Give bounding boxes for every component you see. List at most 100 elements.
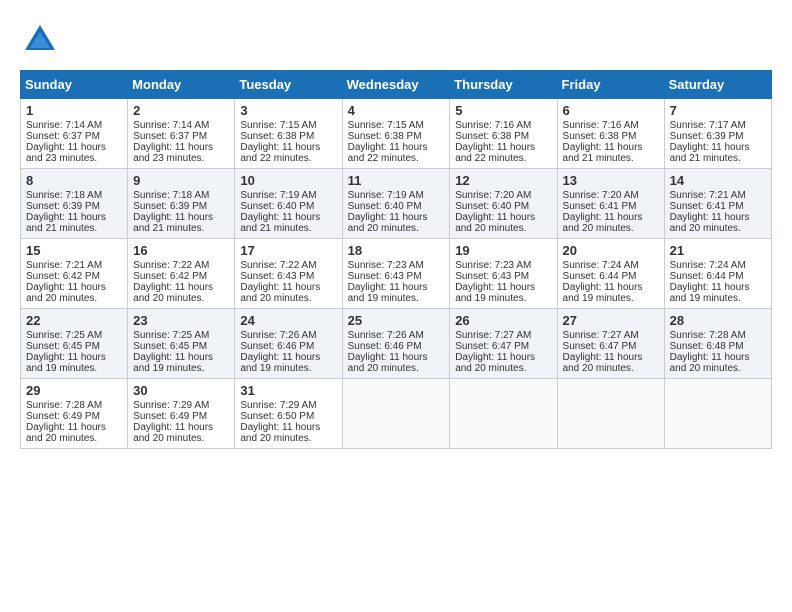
day-number: 6 bbox=[563, 103, 659, 118]
sunset-text: Sunset: 6:38 PM bbox=[348, 131, 422, 142]
sunrise-text: Sunrise: 7:19 AM bbox=[240, 190, 316, 201]
day-number: 24 bbox=[240, 313, 336, 328]
sunrise-text: Sunrise: 7:20 AM bbox=[563, 190, 639, 201]
sunrise-text: Sunrise: 7:26 AM bbox=[348, 330, 424, 341]
daylight-label: Daylight: 11 hours and 20 minutes. bbox=[670, 352, 750, 374]
sunrise-text: Sunrise: 7:20 AM bbox=[455, 190, 531, 201]
table-row: 19Sunrise: 7:23 AMSunset: 6:43 PMDayligh… bbox=[450, 239, 557, 309]
sunset-text: Sunset: 6:47 PM bbox=[455, 341, 529, 352]
table-row: 25Sunrise: 7:26 AMSunset: 6:46 PMDayligh… bbox=[342, 309, 450, 379]
sunset-text: Sunset: 6:40 PM bbox=[348, 201, 422, 212]
table-row: 18Sunrise: 7:23 AMSunset: 6:43 PMDayligh… bbox=[342, 239, 450, 309]
sunset-text: Sunset: 6:44 PM bbox=[670, 271, 744, 282]
table-row: 14Sunrise: 7:21 AMSunset: 6:41 PMDayligh… bbox=[664, 169, 771, 239]
day-number: 13 bbox=[563, 173, 659, 188]
col-sunday: Sunday bbox=[21, 71, 128, 99]
day-number: 18 bbox=[348, 243, 445, 258]
logo bbox=[20, 20, 64, 60]
table-row: 4Sunrise: 7:15 AMSunset: 6:38 PMDaylight… bbox=[342, 99, 450, 169]
table-row: 24Sunrise: 7:26 AMSunset: 6:46 PMDayligh… bbox=[235, 309, 342, 379]
table-row: 17Sunrise: 7:22 AMSunset: 6:43 PMDayligh… bbox=[235, 239, 342, 309]
day-number: 31 bbox=[240, 383, 336, 398]
daylight-label: Daylight: 11 hours and 19 minutes. bbox=[26, 352, 106, 374]
calendar-header-row: Sunday Monday Tuesday Wednesday Thursday… bbox=[21, 71, 772, 99]
calendar-row: 29Sunrise: 7:28 AMSunset: 6:49 PMDayligh… bbox=[21, 379, 772, 449]
sunrise-text: Sunrise: 7:18 AM bbox=[133, 190, 209, 201]
day-number: 17 bbox=[240, 243, 336, 258]
daylight-label: Daylight: 11 hours and 20 minutes. bbox=[455, 352, 535, 374]
day-number: 14 bbox=[670, 173, 766, 188]
table-row: 30Sunrise: 7:29 AMSunset: 6:49 PMDayligh… bbox=[128, 379, 235, 449]
table-row: 26Sunrise: 7:27 AMSunset: 6:47 PMDayligh… bbox=[450, 309, 557, 379]
table-row: 22Sunrise: 7:25 AMSunset: 6:45 PMDayligh… bbox=[21, 309, 128, 379]
sunrise-text: Sunrise: 7:15 AM bbox=[240, 120, 316, 131]
daylight-label: Daylight: 11 hours and 20 minutes. bbox=[240, 422, 320, 444]
day-number: 3 bbox=[240, 103, 336, 118]
sunrise-text: Sunrise: 7:28 AM bbox=[26, 400, 102, 411]
table-row: 31 Sunrise: 7:29 AMSunset: 6:50 PMDayligh… bbox=[235, 379, 342, 449]
sunrise-text: Sunrise: 7:29 AM bbox=[133, 400, 209, 411]
daylight-label: Daylight: 11 hours and 20 minutes. bbox=[26, 422, 106, 444]
sunset-text: Sunset: 6:45 PM bbox=[26, 341, 100, 352]
daylight-label: Daylight: 11 hours and 20 minutes. bbox=[455, 212, 535, 234]
daylight-label: Daylight: 11 hours and 20 minutes. bbox=[670, 212, 750, 234]
sunrise-text: Sunrise: 7:23 AM bbox=[348, 260, 424, 271]
sunrise-text: Sunrise: 7:14 AM bbox=[26, 120, 102, 131]
sunset-text: Sunset: 6:49 PM bbox=[133, 411, 207, 422]
sunset-text: Sunset: 6:48 PM bbox=[670, 341, 744, 352]
sunrise-text: Sunrise: 7:22 AM bbox=[133, 260, 209, 271]
table-row: 16Sunrise: 7:22 AMSunset: 6:42 PMDayligh… bbox=[128, 239, 235, 309]
table-row: 29Sunrise: 7:28 AMSunset: 6:49 PMDayligh… bbox=[21, 379, 128, 449]
table-row: 3Sunrise: 7:15 AMSunset: 6:38 PMDaylight… bbox=[235, 99, 342, 169]
daylight-label: Daylight: 11 hours and 21 minutes. bbox=[26, 212, 106, 234]
daylight-label: Daylight: 11 hours and 20 minutes. bbox=[563, 352, 643, 374]
table-row bbox=[450, 379, 557, 449]
day-number: 7 bbox=[670, 103, 766, 118]
day-number: 5 bbox=[455, 103, 551, 118]
sunset-text: Sunset: 6:42 PM bbox=[133, 271, 207, 282]
sunrise-text: Sunrise: 7:16 AM bbox=[455, 120, 531, 131]
daylight-label: Daylight: 11 hours and 22 minutes. bbox=[455, 142, 535, 164]
sunrise-text: Sunrise: 7:17 AM bbox=[670, 120, 746, 131]
day-number: 10 bbox=[240, 173, 336, 188]
sunset-text: Sunset: 6:39 PM bbox=[26, 201, 100, 212]
table-row: 15Sunrise: 7:21 AMSunset: 6:42 PMDayligh… bbox=[21, 239, 128, 309]
table-row bbox=[557, 379, 664, 449]
table-row: 13Sunrise: 7:20 AMSunset: 6:41 PMDayligh… bbox=[557, 169, 664, 239]
day-number: 4 bbox=[348, 103, 445, 118]
day-number: 1 bbox=[26, 103, 122, 118]
sunrise-text: Sunrise: 7:16 AM bbox=[563, 120, 639, 131]
sunrise-text: Sunrise: 7:29 AM bbox=[240, 400, 316, 411]
col-thursday: Thursday bbox=[450, 71, 557, 99]
sunset-text: Sunset: 6:40 PM bbox=[455, 201, 529, 212]
daylight-label: Daylight: 11 hours and 19 minutes. bbox=[348, 282, 428, 304]
daylight-label: Daylight: 11 hours and 19 minutes. bbox=[670, 282, 750, 304]
table-row bbox=[664, 379, 771, 449]
table-row: 11Sunrise: 7:19 AMSunset: 6:40 PMDayligh… bbox=[342, 169, 450, 239]
sunrise-text: Sunrise: 7:27 AM bbox=[563, 330, 639, 341]
calendar-row: 22Sunrise: 7:25 AMSunset: 6:45 PMDayligh… bbox=[21, 309, 772, 379]
sunset-text: Sunset: 6:47 PM bbox=[563, 341, 637, 352]
table-row: 27Sunrise: 7:27 AMSunset: 6:47 PMDayligh… bbox=[557, 309, 664, 379]
table-row: 9Sunrise: 7:18 AMSunset: 6:39 PMDaylight… bbox=[128, 169, 235, 239]
calendar-row: 8Sunrise: 7:18 AMSunset: 6:39 PMDaylight… bbox=[21, 169, 772, 239]
day-number: 22 bbox=[26, 313, 122, 328]
table-row: 5Sunrise: 7:16 AMSunset: 6:38 PMDaylight… bbox=[450, 99, 557, 169]
col-tuesday: Tuesday bbox=[235, 71, 342, 99]
sunset-text: Sunset: 6:49 PM bbox=[26, 411, 100, 422]
table-row: 23Sunrise: 7:25 AMSunset: 6:45 PMDayligh… bbox=[128, 309, 235, 379]
page-header bbox=[20, 20, 772, 60]
sunset-text: Sunset: 6:46 PM bbox=[348, 341, 422, 352]
sunset-text: Sunset: 6:50 PM bbox=[240, 411, 314, 422]
sunrise-text: Sunrise: 7:18 AM bbox=[26, 190, 102, 201]
table-row: 21Sunrise: 7:24 AMSunset: 6:44 PMDayligh… bbox=[664, 239, 771, 309]
sunset-text: Sunset: 6:46 PM bbox=[240, 341, 314, 352]
sunset-text: Sunset: 6:37 PM bbox=[133, 131, 207, 142]
day-number: 16 bbox=[133, 243, 229, 258]
daylight-label: Daylight: 11 hours and 20 minutes. bbox=[348, 212, 428, 234]
sunset-text: Sunset: 6:39 PM bbox=[670, 131, 744, 142]
sunrise-text: Sunrise: 7:21 AM bbox=[26, 260, 102, 271]
daylight-label: Daylight: 11 hours and 21 minutes. bbox=[670, 142, 750, 164]
day-number: 23 bbox=[133, 313, 229, 328]
sunrise-text: Sunrise: 7:26 AM bbox=[240, 330, 316, 341]
